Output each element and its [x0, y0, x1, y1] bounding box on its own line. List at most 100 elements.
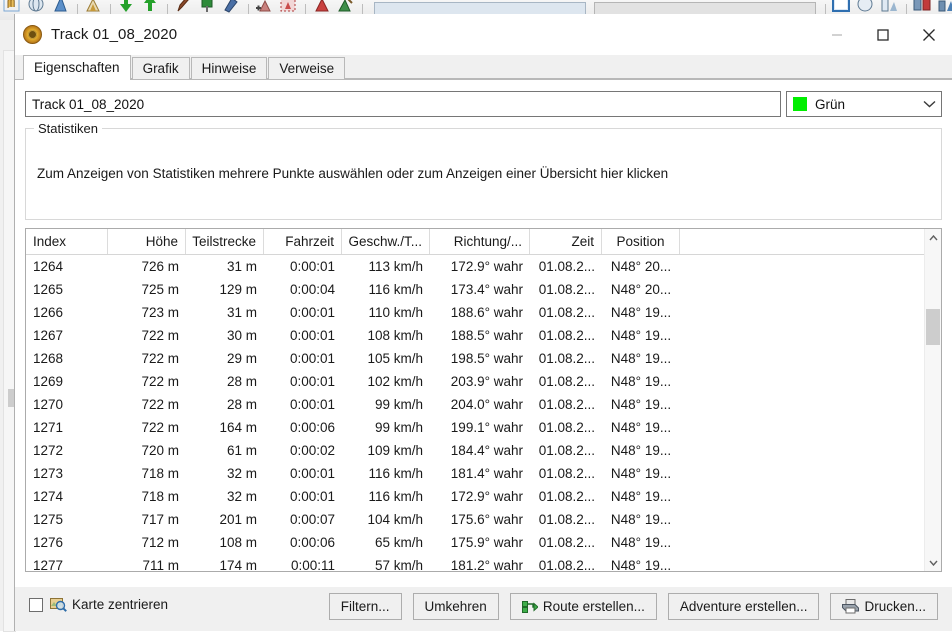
table-cell: 0:00:01: [264, 351, 342, 366]
table-row[interactable]: 1266723 m31 m0:00:01110 km/h188.6° wahr0…: [26, 301, 924, 324]
table-cell: 28 m: [186, 374, 264, 389]
table-cell: 1267: [26, 328, 108, 343]
table-cell: 0:00:01: [264, 328, 342, 343]
table-row[interactable]: 1272720 m61 m0:00:02109 km/h184.4° wahr0…: [26, 439, 924, 462]
table-cell: 01.08.2...: [530, 443, 602, 458]
table-cell: 99 km/h: [342, 420, 430, 435]
table-row[interactable]: 1270722 m28 m0:00:0199 km/h204.0° wahr01…: [26, 393, 924, 416]
table-row[interactable]: 1269722 m28 m0:00:01102 km/h203.9° wahr0…: [26, 370, 924, 393]
table-cell: N48° 20...: [602, 282, 680, 297]
track-name-input[interactable]: [25, 91, 781, 117]
table-row[interactable]: 1274718 m32 m0:00:01116 km/h172.9° wahr0…: [26, 485, 924, 508]
table-column-header[interactable]: Geschw./T...: [342, 229, 430, 254]
table-cell: 1275: [26, 512, 108, 527]
filtern-button[interactable]: Filtern...: [329, 593, 402, 620]
center-map-row[interactable]: Karte zentrieren: [29, 597, 168, 612]
table-cell: 57 km/h: [342, 558, 430, 571]
table-cell: 108 km/h: [342, 328, 430, 343]
table-cell: N48° 19...: [602, 489, 680, 504]
table-row[interactable]: 1267722 m30 m0:00:01108 km/h188.5° wahr0…: [26, 324, 924, 347]
table-column-header[interactable]: Teilstrecke: [186, 229, 264, 254]
tab-hinweise[interactable]: Hinweise: [191, 57, 268, 79]
table-row[interactable]: 1265725 m129 m0:00:04116 km/h173.4° wahr…: [26, 278, 924, 301]
table-cell: 109 km/h: [342, 443, 430, 458]
center-map-checkbox[interactable]: [29, 598, 43, 612]
table-cell: 184.4° wahr: [430, 443, 530, 458]
table-cell: 0:00:06: [264, 535, 342, 550]
table-cell: 31 m: [186, 259, 264, 274]
table-cell: 1276: [26, 535, 108, 550]
table-cell: 110 km/h: [342, 305, 430, 320]
table-cell: 722 m: [108, 351, 186, 366]
table-cell: 1265: [26, 282, 108, 297]
track-waypoint-icon: [23, 25, 42, 44]
table-cell: N48° 19...: [602, 420, 680, 435]
table-cell: 720 m: [108, 443, 186, 458]
table-cell: 181.2° wahr: [430, 558, 530, 571]
drucken-button[interactable]: Drucken...: [830, 593, 938, 620]
close-button[interactable]: [906, 14, 952, 55]
table-cell: 722 m: [108, 420, 186, 435]
track-color-select[interactable]: Grün: [786, 91, 942, 117]
table-cell: 01.08.2...: [530, 374, 602, 389]
table-cell: 0:00:01: [264, 489, 342, 504]
table-row[interactable]: 1275717 m201 m0:00:07104 km/h175.6° wahr…: [26, 508, 924, 531]
table-column-header[interactable]: Position: [602, 229, 680, 254]
table-cell: 0:00:07: [264, 512, 342, 527]
table-cell: 1268: [26, 351, 108, 366]
minimize-button[interactable]: [814, 14, 860, 55]
statistics-groupbox[interactable]: Statistiken Zum Anzeigen von Statistiken…: [25, 128, 942, 220]
table-row[interactable]: 1277711 m174 m0:00:1157 km/h181.2° wahr0…: [26, 554, 924, 571]
table-cell: 722 m: [108, 328, 186, 343]
tab-verweise[interactable]: Verweise: [268, 57, 345, 79]
table-column-header[interactable]: Zeit: [530, 229, 602, 254]
table-cell: 01.08.2...: [530, 397, 602, 412]
track-points-table: IndexHöheTeilstreckeFahrzeitGeschw./T...…: [25, 228, 942, 572]
table-column-header[interactable]: Höhe: [108, 229, 186, 254]
adventure-erstellen-button[interactable]: Adventure erstellen...: [668, 593, 820, 620]
table-row[interactable]: 1264726 m31 m0:00:01113 km/h172.9° wahr0…: [26, 255, 924, 278]
table-column-header[interactable]: Index: [26, 229, 108, 254]
table-cell: 31 m: [186, 305, 264, 320]
table-cell: 01.08.2...: [530, 351, 602, 366]
button-label: Umkehren: [425, 599, 487, 614]
footer-button-bar: Filtern... Umkehren Route erstellen... Adve…: [318, 593, 938, 620]
table-cell: 181.4° wahr: [430, 466, 530, 481]
maximize-button[interactable]: [860, 14, 906, 55]
table-cell: 0:00:04: [264, 282, 342, 297]
table-cell: 0:00:02: [264, 443, 342, 458]
chevron-down-icon[interactable]: [917, 100, 941, 108]
route-icon: [522, 600, 538, 614]
table-row[interactable]: 1271722 m164 m0:00:0699 km/h199.1° wahr0…: [26, 416, 924, 439]
table-column-header[interactable]: Richtung/...: [430, 229, 530, 254]
table-cell: 726 m: [108, 259, 186, 274]
table-cell: N48° 19...: [602, 558, 680, 571]
table-cell: 175.9° wahr: [430, 535, 530, 550]
table-column-header[interactable]: Fahrzeit: [264, 229, 342, 254]
chevron-down-icon[interactable]: [925, 554, 941, 571]
tabstrip: EigenschaftenGrafikHinweiseVerweise: [23, 55, 952, 79]
button-label: Route erstellen...: [543, 599, 645, 614]
table-cell: 65 km/h: [342, 535, 430, 550]
table-cell: N48° 19...: [602, 328, 680, 343]
umkehren-button[interactable]: Umkehren: [413, 593, 499, 620]
table-cell: N48° 19...: [602, 351, 680, 366]
tab-grafik[interactable]: Grafik: [132, 57, 190, 79]
table-cell: 173.4° wahr: [430, 282, 530, 297]
table-cell: 0:00:01: [264, 305, 342, 320]
tab-eigenschaften[interactable]: Eigenschaften: [23, 55, 131, 79]
table-row[interactable]: 1268722 m29 m0:00:01105 km/h198.5° wahr0…: [26, 347, 924, 370]
table-vertical-scrollbar[interactable]: [924, 229, 941, 571]
chevron-up-icon[interactable]: [925, 229, 941, 246]
table-cell: 201 m: [186, 512, 264, 527]
route-erstellen-button[interactable]: Route erstellen...: [510, 593, 657, 620]
table-cell: 01.08.2...: [530, 282, 602, 297]
table-cell: N48° 19...: [602, 443, 680, 458]
table-cell: 722 m: [108, 374, 186, 389]
table-cell: 1274: [26, 489, 108, 504]
table-scrollbar-thumb[interactable]: [926, 309, 940, 345]
table-row[interactable]: 1276712 m108 m0:00:0665 km/h175.9° wahr0…: [26, 531, 924, 554]
table-row[interactable]: 1273718 m32 m0:00:01116 km/h181.4° wahr0…: [26, 462, 924, 485]
table-cell: 175.6° wahr: [430, 512, 530, 527]
table-cell: 718 m: [108, 466, 186, 481]
